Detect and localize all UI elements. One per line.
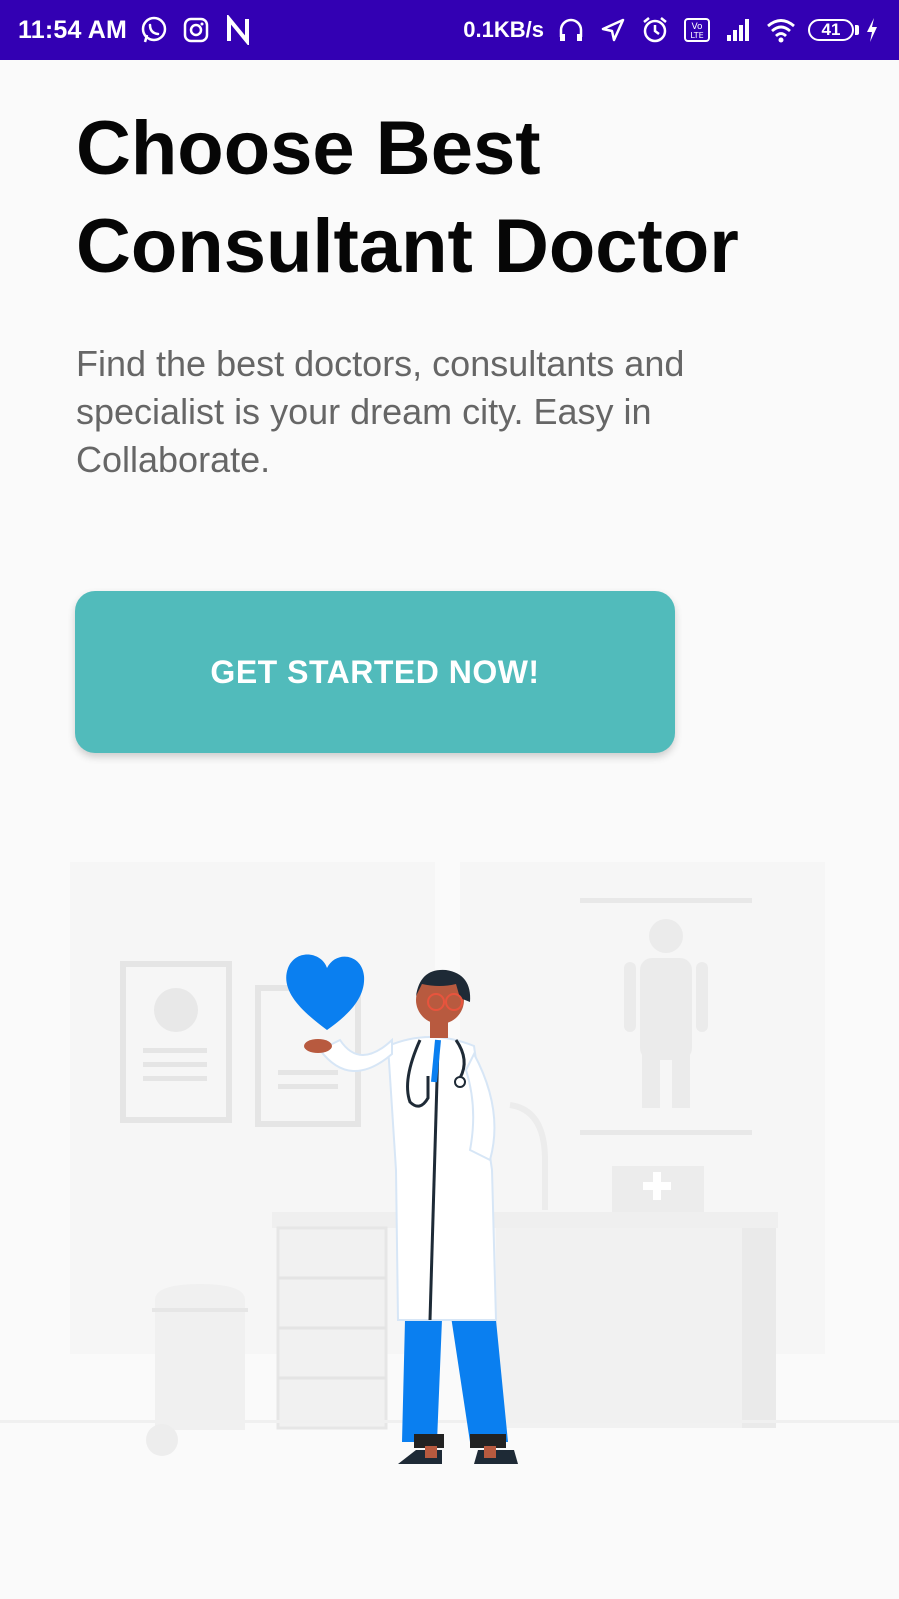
signal-icon [724, 15, 754, 45]
svg-text:LTE: LTE [690, 31, 703, 40]
get-started-button[interactable]: GET STARTED NOW! [75, 591, 675, 753]
instagram-icon [181, 15, 211, 45]
status-bar: 11:54 AM 0.1KB/s Vo LTE 41 [0, 0, 899, 60]
doctor-illustration [0, 862, 899, 1464]
whatsapp-icon [139, 15, 169, 45]
charging-bolt-icon [863, 15, 881, 45]
trash-bin-icon [152, 1284, 248, 1430]
title-line-1: Choose Best [76, 106, 541, 191]
network-speed: 0.1KB/s [463, 17, 544, 42]
volte-icon: Vo LTE [682, 15, 712, 45]
battery-indicator: 41 [808, 15, 881, 45]
n-app-icon [223, 15, 253, 45]
desk-icon [272, 1212, 778, 1430]
title-line-2: Consultant Doctor [76, 204, 739, 289]
page-title: Choose Best Consultant Doctor [76, 100, 876, 296]
page-subtitle: Find the best doctors, consultants and s… [76, 343, 685, 480]
alarm-icon [640, 15, 670, 45]
battery-icon: 41 [808, 19, 854, 41]
location-arrow-icon [598, 15, 628, 45]
wifi-icon [766, 15, 796, 45]
headphones-icon [556, 15, 586, 45]
status-time: 11:54 AM [18, 15, 128, 44]
battery-level: 41 [821, 20, 841, 39]
first-aid-kit-icon [612, 1166, 704, 1216]
